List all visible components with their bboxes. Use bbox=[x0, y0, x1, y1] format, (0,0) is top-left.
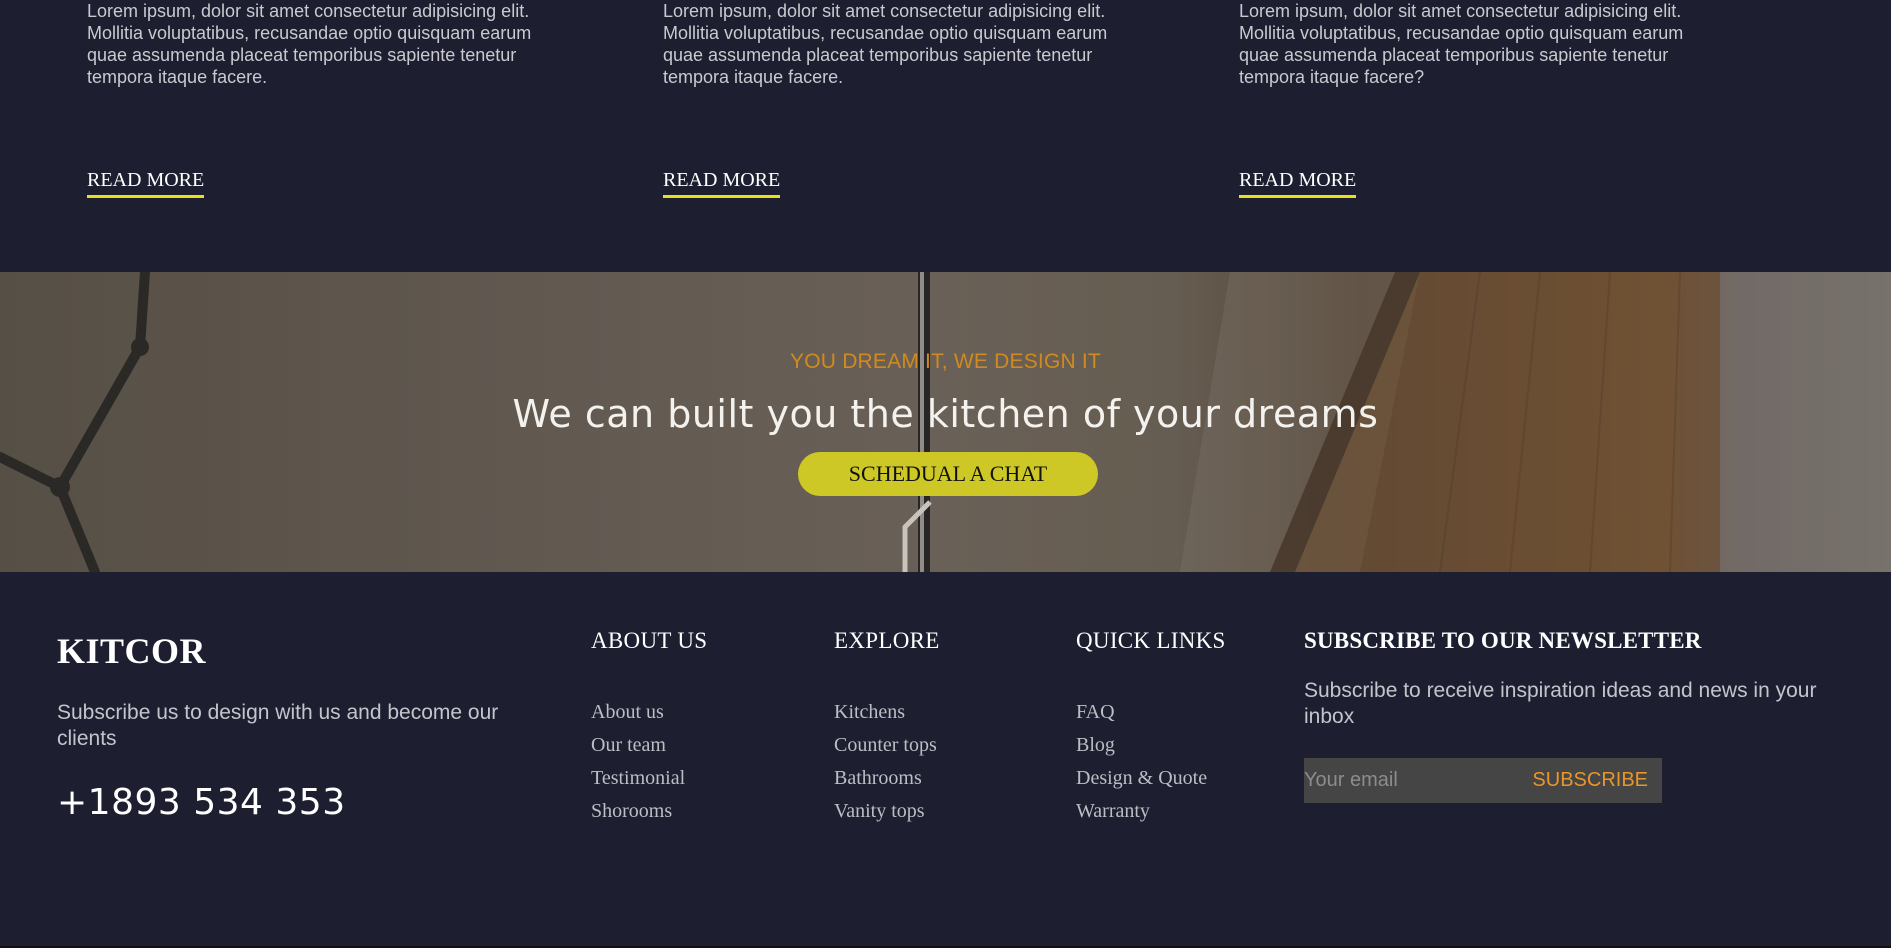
footer-link-blog[interactable]: Blog bbox=[1076, 729, 1226, 762]
footer-link-testimonial[interactable]: Testimonial bbox=[591, 762, 707, 795]
footer-column-explore: EXPLORE Kitchens Counter tops Bathrooms … bbox=[834, 628, 940, 828]
newsletter-form: SUBSCRIBE bbox=[1304, 758, 1662, 803]
blog-card: Lorem ipsum, dolor sit amet consectetur … bbox=[1239, 0, 1719, 198]
footer-link-warranty[interactable]: Warranty bbox=[1076, 795, 1226, 828]
blog-card: Lorem ipsum, dolor sit amet consectetur … bbox=[663, 0, 1143, 198]
card-text: Lorem ipsum, dolor sit amet consectetur … bbox=[87, 1, 532, 87]
column-title: EXPLORE bbox=[834, 628, 940, 653]
newsletter-text: Subscribe to receive inspiration ideas a… bbox=[1304, 679, 1817, 728]
site-footer: KITCOR Subscribe us to design with us an… bbox=[0, 572, 1891, 948]
footer-link-design-quote[interactable]: Design & Quote bbox=[1076, 762, 1226, 795]
footer-column-about: ABOUT US About us Our team Testimonial S… bbox=[591, 628, 707, 828]
newsletter-section: SUBSCRIBE TO OUR NEWSLETTER Subscribe to… bbox=[1304, 628, 1864, 803]
read-more-link[interactable]: READ MORE bbox=[663, 168, 781, 198]
read-more-link[interactable]: READ MORE bbox=[1239, 168, 1357, 198]
email-input[interactable] bbox=[1304, 758, 1524, 803]
hero-subtitle: YOU DREAM IT, WE DESIGN IT bbox=[790, 350, 1101, 373]
footer-link-about-us[interactable]: About us bbox=[591, 696, 707, 729]
newsletter-title: SUBSCRIBE TO OUR NEWSLETTER bbox=[1304, 628, 1702, 653]
footer-link-faq[interactable]: FAQ bbox=[1076, 696, 1226, 729]
column-title: ABOUT US bbox=[591, 628, 708, 653]
blog-cards-section: Lorem ipsum, dolor sit amet consectetur … bbox=[0, 0, 1891, 272]
brand-description: Subscribe us to design with us and becom… bbox=[57, 701, 499, 750]
footer-link-bathrooms[interactable]: Bathrooms bbox=[834, 762, 940, 795]
read-more-link[interactable]: READ MORE bbox=[87, 168, 205, 198]
footer-link-showrooms[interactable]: Shorooms bbox=[591, 795, 707, 828]
subscribe-button[interactable]: SUBSCRIBE bbox=[1532, 758, 1648, 803]
card-text: Lorem ipsum, dolor sit amet consectetur … bbox=[1239, 1, 1684, 87]
phone-number[interactable]: +1893 534 353 bbox=[57, 782, 346, 823]
hero-banner: YOU DREAM IT, WE DESIGN IT We can built … bbox=[0, 272, 1891, 572]
footer-link-counter-tops[interactable]: Counter tops bbox=[834, 729, 940, 762]
hero-headline: We can built you the kitchen of your dre… bbox=[512, 392, 1379, 436]
footer-link-our-team[interactable]: Our team bbox=[591, 729, 707, 762]
card-text: Lorem ipsum, dolor sit amet consectetur … bbox=[663, 1, 1108, 87]
brand-logo[interactable]: KITCOR bbox=[57, 630, 206, 672]
footer-link-kitchens[interactable]: Kitchens bbox=[834, 696, 940, 729]
footer-link-vanity-tops[interactable]: Vanity tops bbox=[834, 795, 940, 828]
footer-column-quick-links: QUICK LINKS FAQ Blog Design & Quote Warr… bbox=[1076, 628, 1226, 828]
blog-card: Lorem ipsum, dolor sit amet consectetur … bbox=[87, 0, 567, 198]
schedule-chat-button[interactable]: SCHEDUAL A CHAT bbox=[798, 452, 1098, 496]
column-title: QUICK LINKS bbox=[1076, 628, 1226, 653]
